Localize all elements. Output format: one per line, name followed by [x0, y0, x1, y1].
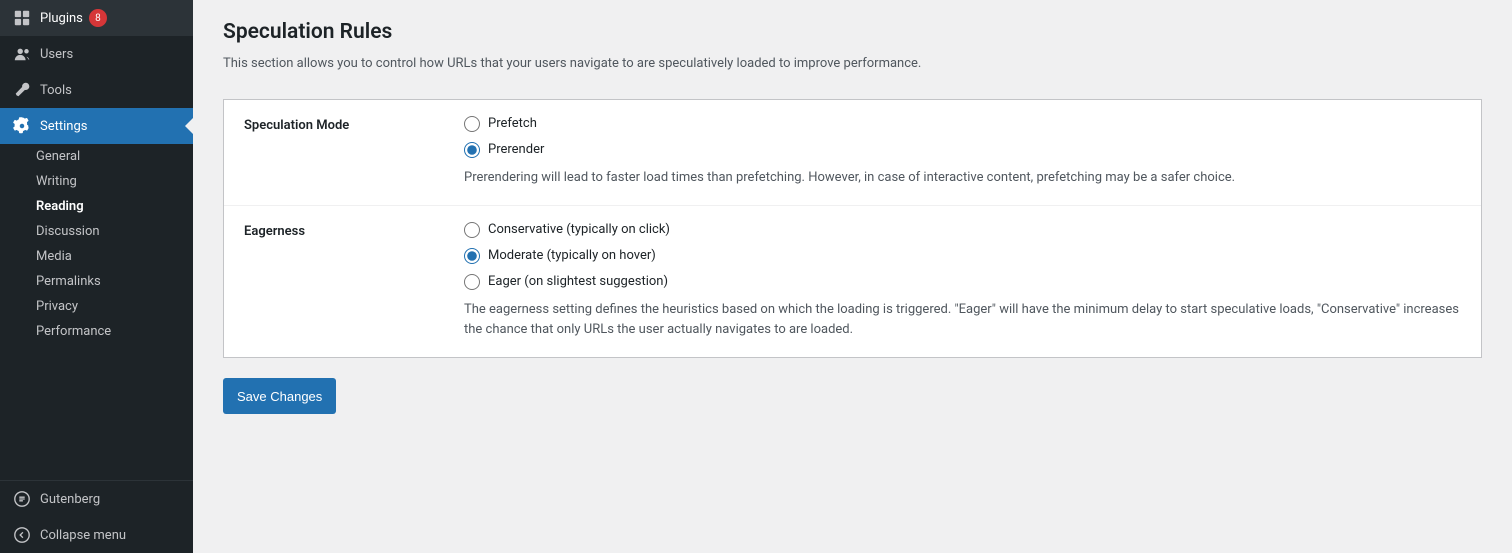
sidebar-sub-general[interactable]: General [0, 144, 193, 169]
sidebar-sub-privacy[interactable]: Privacy [0, 294, 193, 319]
sidebar-sub-performance[interactable]: Performance [0, 319, 193, 344]
sidebar-bottom: Gutenberg Collapse menu [0, 480, 193, 553]
eager-option[interactable]: Eager (on slightest suggestion) [464, 274, 1461, 290]
eagerness-description: The eagerness setting defines the heuris… [464, 300, 1461, 342]
gutenberg-icon [12, 489, 32, 509]
moderate-option[interactable]: Moderate (typically on hover) [464, 248, 1461, 264]
sidebar-item-plugins-label: Plugins [40, 11, 83, 26]
sidebar-item-collapse[interactable]: Collapse menu [0, 517, 193, 553]
sidebar-item-settings[interactable]: Settings [0, 108, 193, 144]
sidebar-sub-reading[interactable]: Reading [0, 194, 193, 219]
users-icon [12, 44, 32, 64]
prefetch-radio[interactable] [464, 116, 480, 132]
sidebar-item-gutenberg-label: Gutenberg [40, 492, 100, 507]
plugins-icon [12, 8, 32, 28]
sidebar-item-users-label: Users [40, 47, 73, 62]
settings-panel: Speculation Mode Prefetch Prerender Prer… [223, 99, 1482, 358]
sidebar-sub-permalinks[interactable]: Permalinks [0, 269, 193, 294]
speculation-mode-description: Prerendering will lead to faster load ti… [464, 168, 1461, 189]
save-button[interactable]: Save Changes [223, 378, 336, 414]
conservative-option[interactable]: Conservative (typically on click) [464, 222, 1461, 238]
section-description: This section allows you to control how U… [223, 54, 1482, 75]
eager-label: Eager (on slightest suggestion) [488, 274, 668, 289]
moderate-label: Moderate (typically on hover) [488, 248, 656, 263]
eagerness-row: Eagerness Conservative (typically on cli… [224, 206, 1481, 358]
main-content: Speculation Rules This section allows yo… [193, 0, 1512, 553]
sidebar-item-users[interactable]: Users [0, 36, 193, 72]
prerender-label: Prerender [488, 142, 544, 157]
speculation-mode-content: Prefetch Prerender Prerendering will lea… [464, 116, 1461, 189]
speculation-mode-label: Speculation Mode [244, 116, 464, 133]
tools-icon [12, 80, 32, 100]
sidebar: Plugins 8 Users Tools Settings General W… [0, 0, 193, 553]
eagerness-content: Conservative (typically on click) Modera… [464, 222, 1461, 342]
plugins-badge: 8 [89, 9, 107, 27]
sidebar-item-collapse-label: Collapse menu [40, 528, 126, 543]
prerender-option[interactable]: Prerender [464, 142, 1461, 158]
sidebar-sub-writing[interactable]: Writing [0, 169, 193, 194]
moderate-radio[interactable] [464, 248, 480, 264]
eager-radio[interactable] [464, 274, 480, 290]
sidebar-sub-discussion[interactable]: Discussion [0, 219, 193, 244]
speculation-mode-row: Speculation Mode Prefetch Prerender Prer… [224, 100, 1481, 206]
conservative-radio[interactable] [464, 222, 480, 238]
sidebar-sub-media[interactable]: Media [0, 244, 193, 269]
sidebar-item-tools-label: Tools [40, 83, 72, 98]
sidebar-item-plugins[interactable]: Plugins 8 [0, 0, 193, 36]
settings-arrow [185, 118, 193, 134]
collapse-icon [12, 525, 32, 545]
sidebar-item-gutenberg[interactable]: Gutenberg [0, 481, 193, 517]
prefetch-label: Prefetch [488, 116, 537, 131]
sidebar-item-tools[interactable]: Tools [0, 72, 193, 108]
prefetch-option[interactable]: Prefetch [464, 116, 1461, 132]
prerender-radio[interactable] [464, 142, 480, 158]
sidebar-item-settings-label: Settings [40, 119, 87, 134]
eagerness-label: Eagerness [244, 222, 464, 239]
conservative-label: Conservative (typically on click) [488, 222, 670, 237]
page-title: Speculation Rules [223, 20, 1482, 44]
settings-icon [12, 116, 32, 136]
